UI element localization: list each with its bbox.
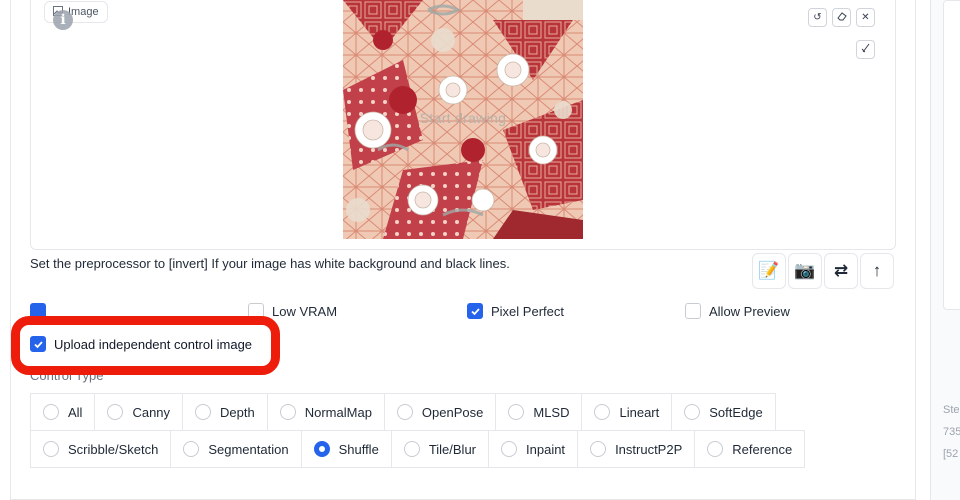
eraser-icon (836, 11, 847, 24)
radio-label: MLSD (533, 404, 570, 420)
clear-button[interactable] (832, 8, 851, 27)
radio-label: InstructP2P (615, 441, 683, 457)
control-type-radio-group: All Canny Depth NormalMap OpenPose MLSD Linear… (30, 393, 900, 468)
upload-independent-label: Upload independent control image (54, 336, 253, 352)
control-type-tile-blur[interactable]: Tile/Blur (390, 430, 490, 468)
radio-label: Shuffle (338, 441, 379, 457)
control-type-mlsd[interactable]: MLSD (495, 393, 583, 431)
preprocessor-hint: Set the preprocessor to [invert] If your… (30, 256, 510, 271)
checkmark-icon (33, 340, 43, 348)
brush-button[interactable] (856, 40, 875, 59)
radio-button[interactable] (501, 441, 518, 457)
close-button[interactable]: ✕ (856, 8, 875, 27)
control-type-all[interactable]: All (30, 393, 96, 431)
output-info-text: Ste (943, 404, 960, 416)
pixel-perfect-option[interactable]: Pixel Perfect (467, 303, 564, 319)
radio-button[interactable] (43, 441, 59, 457)
output-gallery (943, 0, 960, 310)
control-type-depth[interactable]: Depth (182, 393, 268, 431)
allow-preview-checkbox[interactable] (685, 303, 701, 319)
allow-preview-label: Allow Preview (709, 303, 790, 319)
drawing-canvas[interactable]: Start drawing (343, 0, 583, 239)
radio-button[interactable] (279, 404, 296, 420)
swap-dims-button[interactable]: ⇄ (824, 253, 858, 289)
control-type-openpose[interactable]: OpenPose (383, 393, 497, 431)
camera-icon: 📷 (794, 261, 816, 280)
radio-button[interactable] (684, 404, 701, 420)
upload-independent-option[interactable]: Upload independent control image (30, 336, 252, 352)
info-icon[interactable]: i (53, 10, 73, 30)
control-type-shuffle[interactable]: Shuffle (300, 430, 392, 468)
radio-button[interactable] (508, 404, 525, 420)
radio-button[interactable] (594, 404, 611, 420)
control-type-reference[interactable]: Reference (694, 430, 806, 468)
radio-label: Inpaint (526, 441, 566, 457)
radio-label: Lineart (619, 404, 660, 420)
radio-label: OpenPose (421, 404, 484, 420)
control-type-softedge[interactable]: SoftEdge (671, 393, 776, 431)
undo-button[interactable]: ↺ (808, 8, 827, 27)
radio-label: Scribble/Sketch (68, 441, 159, 457)
radio-label: NormalMap (304, 404, 372, 420)
output-panel: Ste 735 [52 (930, 0, 960, 500)
radio-label: Depth (220, 404, 255, 420)
webcam-button[interactable]: 📷 (788, 253, 822, 289)
radio-button[interactable] (590, 441, 607, 457)
swap-icon: ⇄ (833, 261, 849, 280)
output-info-text: 735 (943, 426, 960, 438)
upload-independent-checkbox[interactable] (30, 336, 46, 352)
radio-label: All (68, 404, 83, 420)
radio-label: SoftEdge (709, 404, 763, 420)
radio-label: Canny (132, 404, 171, 420)
radio-label: Tile/Blur (428, 441, 477, 457)
control-type-instructp2p[interactable]: InstructP2P (577, 430, 696, 468)
checkmark-icon (470, 307, 480, 315)
radio-button[interactable] (43, 404, 59, 420)
radio-button[interactable] (183, 441, 200, 457)
canvas-placeholder: Start drawing (419, 110, 507, 126)
radio-label: Segmentation (208, 441, 289, 457)
output-info-text: [52 (943, 448, 959, 460)
pixel-perfect-checkbox[interactable] (467, 303, 483, 319)
radio-button[interactable] (313, 441, 330, 457)
radio-label: Reference (732, 441, 793, 457)
radio-button[interactable] (396, 404, 413, 420)
control-type-lineart[interactable]: Lineart (581, 393, 673, 431)
brush-icon (861, 43, 871, 56)
control-type-segmentation[interactable]: Segmentation (170, 430, 302, 468)
undo-icon: ↺ (813, 12, 822, 23)
radio-button[interactable] (403, 441, 420, 457)
radio-button[interactable] (107, 404, 124, 420)
send-dims-button[interactable]: ↑ (860, 253, 894, 289)
arrow-up-icon: ↑ (872, 261, 882, 280)
low-vram-label: Low VRAM (272, 303, 338, 319)
radio-button[interactable] (195, 404, 212, 420)
control-type-inpaint[interactable]: Inpaint (488, 430, 579, 468)
memo-icon: 📝 (758, 261, 780, 280)
close-icon: ✕ (861, 12, 870, 23)
radio-button[interactable] (707, 441, 724, 457)
control-type-normalmap[interactable]: NormalMap (266, 393, 385, 431)
radio-row: All Canny Depth NormalMap OpenPose MLSD Linear… (30, 393, 900, 431)
allow-preview-option[interactable]: Allow Preview (685, 303, 790, 319)
control-type-canny[interactable]: Canny (94, 393, 184, 431)
pixel-perfect-label: Pixel Perfect (491, 303, 564, 319)
edit-button[interactable]: 📝 (752, 253, 786, 289)
radio-row: Scribble/Sketch Segmentation Shuffle Tile/B… (30, 430, 900, 468)
control-type-scribble-sketch[interactable]: Scribble/Sketch (30, 430, 172, 468)
